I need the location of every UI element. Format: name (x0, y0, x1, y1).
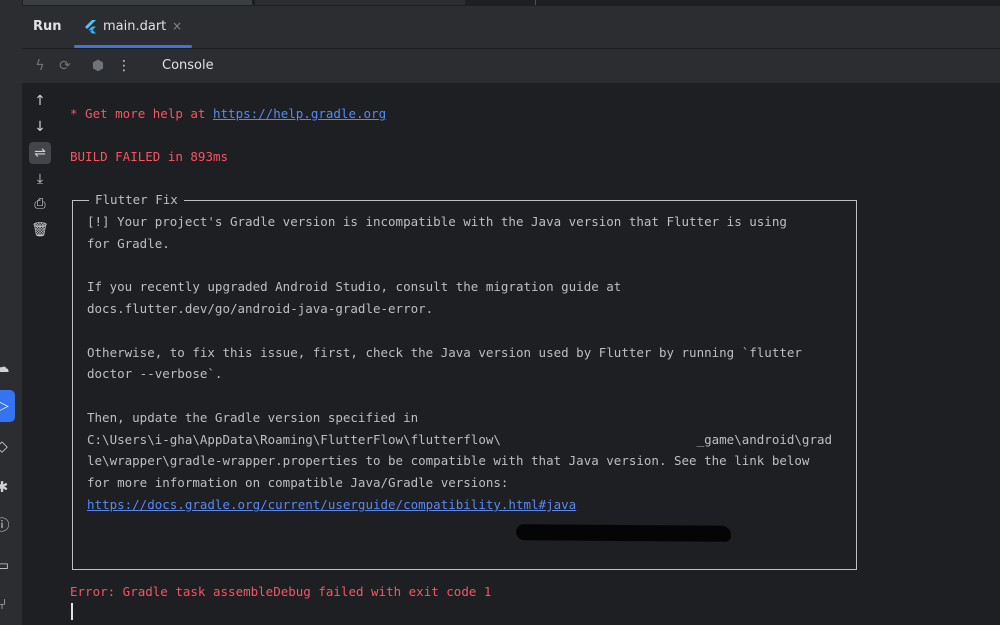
restart-icon[interactable]: ⟳ (56, 57, 74, 75)
arrow-up-icon[interactable]: ↑ (29, 90, 51, 112)
compatibility-link[interactable]: https://docs.gradle.org/current/userguid… (87, 495, 576, 515)
fix-line: If you recently upgraded Android Studio,… (87, 279, 622, 294)
help-text: * Get more help at (70, 106, 213, 121)
flutter-fix-box: Flutter Fix [!] Your project's Gradle ve… (72, 190, 857, 570)
fix-line: docs.flutter.dev/go/android-java-gradle-… (87, 301, 434, 316)
git-icon[interactable]: ⑂ (0, 594, 12, 614)
run-icon: ▷ (0, 398, 9, 414)
flutter-fix-title: Flutter Fix (89, 190, 184, 210)
help-link[interactable]: https://help.gradle.org (213, 106, 386, 121)
tab-console[interactable]: Console (162, 58, 214, 73)
diamond-icon[interactable]: ◇ (0, 436, 12, 456)
tab-main-dart[interactable]: main.dart × (74, 6, 192, 48)
tab-label: main.dart (103, 19, 167, 34)
bug-icon[interactable]: ✱ (0, 477, 12, 497)
tool-window-strip: ☁ ▷ ◇ ✱ ⓘ ▭ ⑂ (0, 0, 23, 625)
build-failed-line: BUILD FAILED in 893ms (70, 149, 229, 164)
fix-line: C:\Users\i-gha\AppData\Roaming\FlutterFl… (87, 432, 833, 447)
close-icon[interactable]: × (172, 19, 182, 33)
fix-line: [!] Your project's Gradle version is inc… (87, 214, 787, 229)
run-toolbar: ϟ ⟳ ⬢ ⋮ Console (22, 49, 1000, 84)
fix-line: le\wrapper\gradle-wrapper.properties to … (87, 453, 810, 468)
warning-icon[interactable]: ⓘ (0, 515, 12, 535)
top-tab-segment[interactable] (255, 0, 465, 5)
terminal-icon[interactable]: ▭ (0, 555, 12, 575)
run-tool-button[interactable]: ▷ (0, 390, 15, 422)
scroll-to-end-icon[interactable]: ⤓ (29, 168, 51, 190)
top-divider (535, 0, 536, 5)
flutter-icon (85, 20, 96, 34)
fix-line: Then, update the Gradle version specifie… (87, 410, 419, 425)
soft-wrap-icon[interactable]: ⇌ (29, 142, 51, 164)
console-side-actions: ↑ ↓ ⇌ ⤓ ⎙ 🗑 (22, 84, 60, 625)
active-tab-indicator (74, 45, 192, 48)
error-line: Error: Gradle task assembleDebug failed … (70, 584, 492, 599)
trash-icon[interactable]: 🗑 (29, 219, 51, 241)
run-panel-title: Run (33, 19, 62, 34)
fix-line: for Gradle. (87, 236, 170, 251)
console-output[interactable]: * Get more help at https://help.gradle.o… (70, 100, 990, 620)
stop-icon[interactable]: ⬢ (89, 57, 107, 75)
text-cursor (71, 603, 73, 620)
fix-line: Otherwise, to fix this issue, first, che… (87, 345, 802, 360)
more-icon[interactable]: ⋮ (115, 57, 133, 75)
rerun-icon[interactable]: ϟ (31, 57, 49, 75)
fix-line: for more information on compatible Java/… (87, 475, 509, 490)
help-line: * Get more help at https://help.gradle.o… (70, 104, 386, 124)
arrow-down-icon[interactable]: ↓ (29, 116, 51, 138)
top-tab-segment[interactable] (22, 0, 252, 5)
cloud-icon[interactable]: ☁ (0, 357, 12, 377)
print-icon[interactable]: ⎙ (29, 193, 51, 215)
redacted-path-segment (515, 524, 732, 542)
fix-line: doctor --verbose`. (87, 366, 223, 381)
run-tab-bar: Run main.dart × (22, 6, 1000, 49)
